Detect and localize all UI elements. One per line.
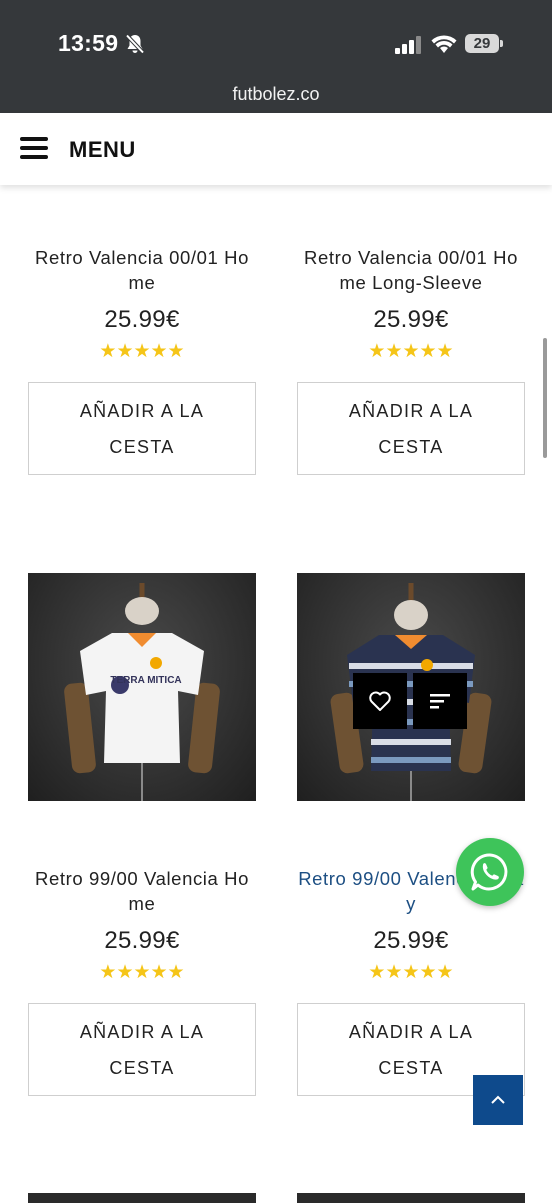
rating-stars-icon: ★★★★★ — [368, 341, 454, 362]
rating-stars-icon: ★★★★★ — [368, 962, 454, 983]
product-price: 25.99€ — [373, 927, 449, 954]
product-image-away-shirt[interactable] — [297, 573, 525, 801]
product-image-next[interactable] — [297, 1193, 525, 1203]
chevron-up-icon — [491, 1095, 505, 1104]
add-to-cart-label: AÑADIR A LA — [348, 401, 474, 421]
product-title[interactable]: Retro 99/00 Valencia Home — [28, 866, 256, 916]
menu-label[interactable]: MENU — [69, 137, 136, 163]
rating-stars-icon: ★★★★★ — [99, 341, 185, 362]
battery-level: 29 — [465, 34, 499, 53]
add-to-cart-label: AÑADIR A LA — [79, 1022, 205, 1042]
product-image-home-shirt[interactable]: TERRA MITICA — [28, 573, 256, 801]
scrollbar[interactable] — [543, 338, 547, 458]
add-to-cart-button[interactable]: AÑADIR A LA CESTA — [28, 382, 256, 475]
product-card: Retro Valencia 00/01 Home 25.99€ ★★★★★ A… — [28, 245, 256, 475]
hamburger-menu-icon[interactable] — [20, 137, 48, 159]
address-bar-url[interactable]: futbolez.co — [0, 84, 552, 105]
product-price: 25.99€ — [373, 306, 449, 333]
product-card: TERRA MITICA Retro 99/00 Valencia Home 2… — [28, 573, 256, 1096]
battery-tip — [500, 40, 503, 47]
cellular-signal-icon — [395, 36, 421, 54]
product-price: 25.99€ — [104, 927, 180, 954]
product-image-next[interactable] — [28, 1193, 256, 1203]
add-to-cart-label: CESTA — [109, 437, 175, 457]
whatsapp-chat-button[interactable] — [456, 838, 524, 906]
rating-stars-icon: ★★★★★ — [99, 962, 185, 983]
status-bar: 13:59 29 futbolez.co — [0, 0, 552, 113]
back-to-top-button[interactable] — [473, 1075, 523, 1125]
site-header: MENU — [0, 113, 552, 185]
quick-view-button[interactable] — [413, 673, 467, 729]
whatsapp-icon — [470, 853, 508, 891]
add-to-cart-label: CESTA — [378, 437, 444, 457]
add-to-cart-button[interactable]: AÑADIR A LA CESTA — [297, 382, 525, 475]
product-title[interactable]: Retro Valencia 00/01 Home Long-Sleeve — [297, 245, 525, 295]
add-to-cart-button[interactable]: AÑADIR A LA CESTA — [28, 1003, 256, 1096]
product-title[interactable]: Retro Valencia 00/01 Home — [28, 245, 256, 295]
quick-actions — [353, 673, 467, 729]
wifi-icon — [431, 35, 457, 53]
white-jersey-image: TERRA MITICA — [64, 583, 220, 801]
wishlist-button[interactable] — [353, 673, 407, 729]
product-price: 25.99€ — [104, 306, 180, 333]
add-to-cart-label: AÑADIR A LA — [348, 1022, 474, 1042]
bell-muted-icon — [125, 34, 145, 54]
heart-icon — [369, 691, 391, 711]
product-card: Retro Valencia 00/01 Home Long-Sleeve 25… — [297, 245, 525, 475]
add-to-cart-label: AÑADIR A LA — [79, 401, 205, 421]
sponsor-text: TERRA MITICA — [110, 675, 181, 686]
product-card: Retro 99/00 Valencia Away 25.99€ ★★★★★ A… — [297, 573, 525, 1096]
list-icon — [430, 694, 450, 709]
status-time: 13:59 — [58, 30, 119, 56]
add-to-cart-label: CESTA — [109, 1058, 175, 1078]
